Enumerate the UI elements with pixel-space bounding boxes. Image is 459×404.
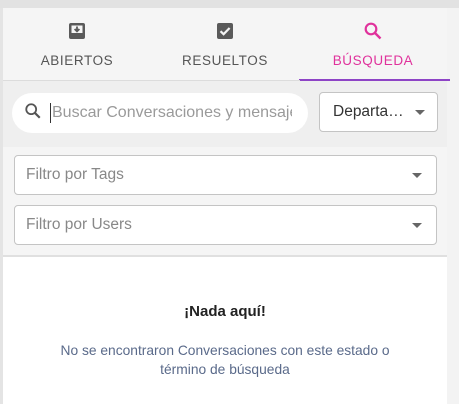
tags-filter-select[interactable]: Filtro por Tags: [14, 155, 437, 195]
panel-right-gutter: [447, 8, 459, 404]
search-row: Departamento: [3, 81, 447, 147]
window-top-strip: [0, 0, 459, 8]
tab-label: RESUELTOS: [182, 53, 268, 68]
chevron-down-icon: [415, 110, 425, 115]
search-input[interactable]: [52, 104, 292, 122]
search-icon: [362, 20, 384, 42]
inbox-arrow-icon: [66, 20, 88, 42]
tab-label: ABIERTOS: [40, 53, 114, 68]
filters-section: Filtro por Tags Filtro por Users: [3, 147, 447, 255]
tab-bar: ABIERTOS RESUELTOS BÚSQUEDA: [3, 8, 450, 81]
department-select[interactable]: Departamento: [319, 92, 438, 132]
empty-state-message: No se encontraron Conversaciones con est…: [60, 343, 390, 377]
tab-abiertos[interactable]: ABIERTOS: [3, 8, 151, 80]
tab-label: BÚSQUEDA: [332, 53, 414, 68]
search-box[interactable]: [12, 93, 308, 133]
search-icon: [24, 102, 42, 125]
text-cursor: [50, 103, 51, 123]
conversations-panel: ABIERTOS RESUELTOS BÚSQUEDA Buscar Conve…: [3, 8, 450, 404]
empty-state: ¡Nada aquí! No se encontraron Conversaci…: [3, 257, 447, 404]
tab-busqueda[interactable]: BÚSQUEDA: [299, 8, 450, 81]
empty-state-title: ¡Nada aquí!: [184, 303, 266, 320]
chevron-down-icon: [412, 173, 422, 178]
tags-filter-placeholder: Filtro por Tags: [26, 166, 124, 183]
users-filter-select[interactable]: Filtro por Users: [14, 205, 437, 245]
chevron-down-icon: [412, 223, 422, 228]
department-select-value: Departamento: [333, 103, 409, 120]
checkbox-checked-icon: [214, 20, 236, 42]
tab-resueltos[interactable]: RESUELTOS: [151, 8, 299, 80]
users-filter-placeholder: Filtro por Users: [26, 216, 132, 233]
